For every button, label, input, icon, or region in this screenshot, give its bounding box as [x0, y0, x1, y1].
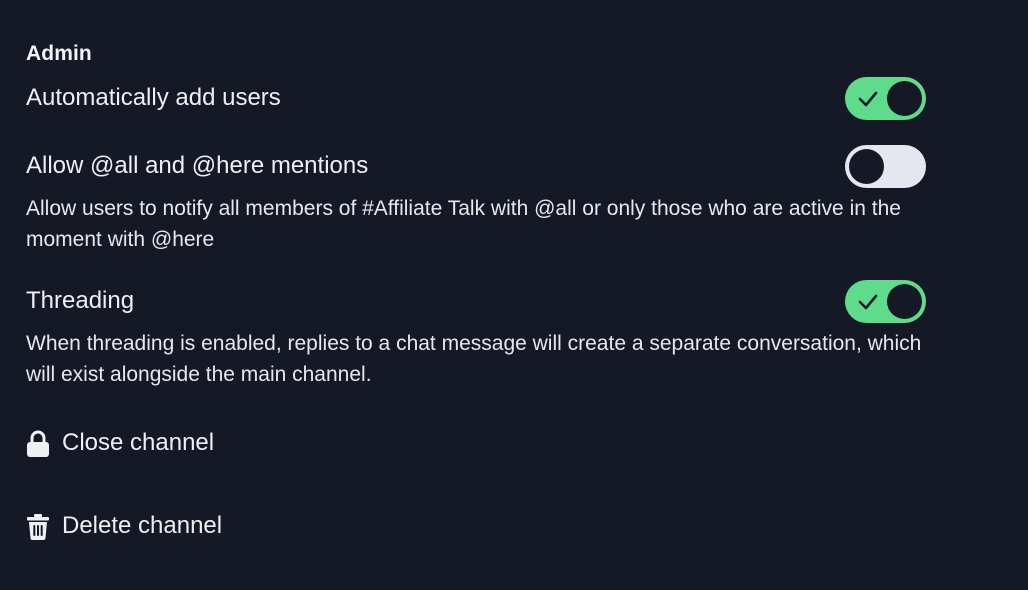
check-icon	[858, 294, 878, 310]
setting-label-auto-add-users: Automatically add users	[26, 84, 281, 111]
setting-description-mentions: Allow users to notify all members of #Af…	[26, 197, 901, 251]
auto-add-users-toggle[interactable]	[845, 77, 926, 120]
toggle-knob	[887, 284, 922, 319]
toggle-knob	[849, 149, 884, 184]
check-icon	[858, 91, 878, 107]
delete-channel-button[interactable]: Delete channel	[26, 512, 222, 540]
admin-settings-panel: Admin Automatically add users Allow @all…	[0, 0, 1028, 590]
setting-description-threading: When threading is enabled, replies to a …	[26, 332, 922, 386]
setting-label-mentions: Allow @all and @here mentions	[26, 152, 369, 179]
mentions-toggle[interactable]	[845, 145, 926, 188]
toggle-knob	[887, 81, 922, 116]
delete-channel-label: Delete channel	[62, 512, 223, 539]
section-title: Admin	[26, 42, 92, 65]
trash-icon	[27, 513, 49, 540]
close-channel-button[interactable]: Close channel	[26, 429, 214, 457]
threading-toggle[interactable]	[845, 280, 926, 323]
close-channel-label: Close channel	[62, 429, 215, 456]
setting-label-threading: Threading	[26, 287, 135, 314]
lock-icon	[27, 430, 49, 457]
